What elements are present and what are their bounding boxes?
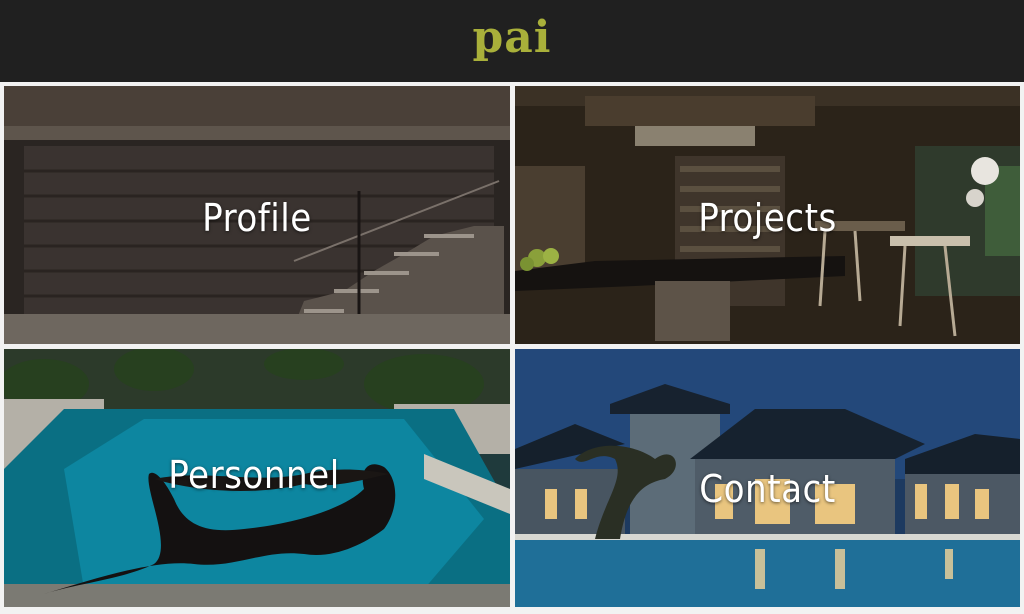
tile-personnel[interactable]: Personnel: [4, 349, 510, 607]
tile-label-projects: Projects: [698, 196, 837, 240]
tile-profile[interactable]: Profile: [4, 86, 510, 344]
tile-label-personnel: Personnel: [168, 453, 340, 497]
site-logo[interactable]: pai: [0, 10, 1024, 66]
tile-label-contact: Contact: [699, 467, 836, 511]
tile-projects[interactable]: Projects: [515, 86, 1020, 344]
tile-contact[interactable]: Contact: [515, 349, 1020, 607]
nav-tile-grid: Profile Projects Personnel Contact: [0, 82, 1024, 614]
site-header: pai: [0, 0, 1024, 82]
tile-label-profile: Profile: [202, 196, 312, 240]
